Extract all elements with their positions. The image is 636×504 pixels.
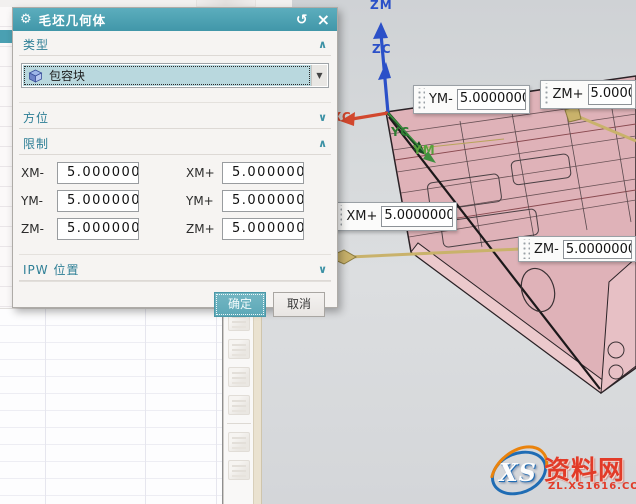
side-toolbar <box>223 308 253 504</box>
section-divider <box>19 97 331 103</box>
logo-text: XS <box>499 458 537 487</box>
limit-field-xm-plus: XM+ 5.0000000 <box>186 162 329 184</box>
dialog-titlebar[interactable]: ⚙ 毛坯几何体 ↺ × <box>13 8 337 31</box>
toolbar-icon[interactable] <box>228 367 250 387</box>
float-input-ym-minus[interactable]: YM- 5.0000000 <box>413 85 530 114</box>
ym-minus-value-field[interactable]: 5.0000000 <box>457 89 526 110</box>
section-label: 类型 <box>23 36 49 53</box>
cube-icon <box>28 69 43 83</box>
float-input-zm-minus[interactable]: ZM- 5.0000000 <box>518 236 636 262</box>
field-label: XM- <box>21 166 53 180</box>
toolbar-icon[interactable] <box>228 395 250 415</box>
chevron-down-icon[interactable]: ∨ <box>318 263 327 276</box>
field-label: YM- <box>21 194 53 208</box>
type-dropdown[interactable]: 包容块 ▼ <box>21 63 329 88</box>
float-input-label: ZM+ <box>552 87 583 102</box>
ok-button[interactable]: 确定 <box>214 292 266 317</box>
float-input-label: YM- <box>429 92 453 107</box>
drag-grip-icon[interactable] <box>416 88 425 111</box>
field-label: YM+ <box>186 194 218 208</box>
toolbar-icon[interactable] <box>228 339 250 359</box>
axis-label-ym: YM <box>413 143 436 157</box>
reset-icon[interactable]: ↺ <box>296 13 308 27</box>
limit-field-ym-minus: YM- 5.0000000 <box>21 190 164 212</box>
axis-label-zc: ZC <box>372 42 392 56</box>
table-column-divider <box>145 309 146 504</box>
limit-field-zm-minus: ZM- 5.0000000 <box>21 218 164 240</box>
z-axis-arrow[interactable] <box>373 22 391 113</box>
drag-grip-icon[interactable] <box>521 239 530 259</box>
type-dropdown-selected[interactable]: 包容块 <box>23 65 311 86</box>
zm-plus-input[interactable]: 5.0000000 <box>222 218 304 240</box>
watermark: XS 资料网 ZL.XS1616.COM <box>486 448 636 500</box>
table-column-divider <box>45 309 46 504</box>
close-icon[interactable]: × <box>317 12 330 28</box>
limits-grid: XM- 5.0000000 XM+ 5.0000000 YM- 5.000000… <box>19 155 331 249</box>
section-divider <box>19 249 331 255</box>
section-header-limits[interactable]: 限制 ∧ <box>19 133 331 155</box>
drag-grip-icon[interactable] <box>543 83 548 106</box>
zm-minus-value-field[interactable]: 5.0000000 <box>563 240 632 259</box>
blank-geometry-dialog: ⚙ 毛坯几何体 ↺ × 类型 ∧ 包容块 ▼ 方位 ∨ <box>12 7 338 308</box>
section-label: IPW 位置 <box>23 261 79 278</box>
axis-label-yc: YC <box>391 125 410 139</box>
xm-minus-input[interactable]: 5.0000000 <box>57 162 139 184</box>
gear-icon: ⚙ <box>20 12 32 27</box>
float-input-label: XM+ <box>346 209 377 224</box>
field-label: ZM+ <box>186 222 218 236</box>
section-header-type[interactable]: 类型 ∧ <box>19 34 331 56</box>
field-label: XM+ <box>186 166 218 180</box>
panel-resize-bar[interactable] <box>253 308 262 504</box>
limit-field-xm-minus: XM- 5.0000000 <box>21 162 164 184</box>
ym-minus-input[interactable]: 5.0000000 <box>57 190 139 212</box>
toolbar-icon[interactable] <box>228 432 250 452</box>
section-label: 限制 <box>23 135 49 152</box>
dialog-button-row: 确定 取消 <box>19 281 331 323</box>
section-header-orientation[interactable]: 方位 ∨ <box>19 107 331 129</box>
chevron-up-icon[interactable]: ∧ <box>318 38 327 51</box>
section-header-ipw-position[interactable]: IPW 位置 ∨ <box>19 259 331 281</box>
zm-minus-input[interactable]: 5.0000000 <box>57 218 139 240</box>
xm-plus-input[interactable]: 5.0000000 <box>222 162 304 184</box>
type-dropdown-value: 包容块 <box>49 67 85 84</box>
float-input-xm-plus[interactable]: XM+ 5.0000000 <box>330 202 457 231</box>
toolbar-icon[interactable] <box>228 460 250 480</box>
dropdown-arrow-icon[interactable]: ▼ <box>311 65 327 86</box>
operation-navigator-table[interactable] <box>0 308 223 504</box>
navigator-left-strip <box>0 7 12 308</box>
watermark-site-url: ZL.XS1616.COM <box>548 481 636 492</box>
float-input-zm-plus[interactable]: ZM+ 5.0000000 <box>540 80 636 109</box>
section-label: 方位 <box>23 109 49 126</box>
xm-plus-value-field[interactable]: 5.0000000 <box>381 206 453 227</box>
xs-logo-icon: XS <box>486 450 552 496</box>
ym-plus-input[interactable]: 5.0000000 <box>222 190 304 212</box>
navigator-selected-row <box>0 30 12 43</box>
field-label: ZM- <box>21 222 53 236</box>
dialog-title: 毛坯几何体 <box>39 10 287 29</box>
zm-plus-value-field[interactable]: 5.0000000 <box>588 84 633 105</box>
toolbar-icon <box>196 0 256 7</box>
chevron-down-icon[interactable]: ∨ <box>318 111 327 124</box>
limit-field-ym-plus: YM+ 5.0000000 <box>186 190 329 212</box>
chevron-up-icon[interactable]: ∧ <box>318 137 327 150</box>
cancel-button[interactable]: 取消 <box>273 292 325 317</box>
axis-label-zm: ZM <box>370 0 393 12</box>
table-column-divider <box>216 309 217 504</box>
toolbar-separator <box>227 423 251 424</box>
dialog-body: 类型 ∧ 包容块 ▼ 方位 ∨ 限制 ∧ <box>13 31 337 327</box>
limit-field-zm-plus: ZM+ 5.0000000 <box>186 218 329 240</box>
float-input-label: ZM- <box>534 242 559 257</box>
